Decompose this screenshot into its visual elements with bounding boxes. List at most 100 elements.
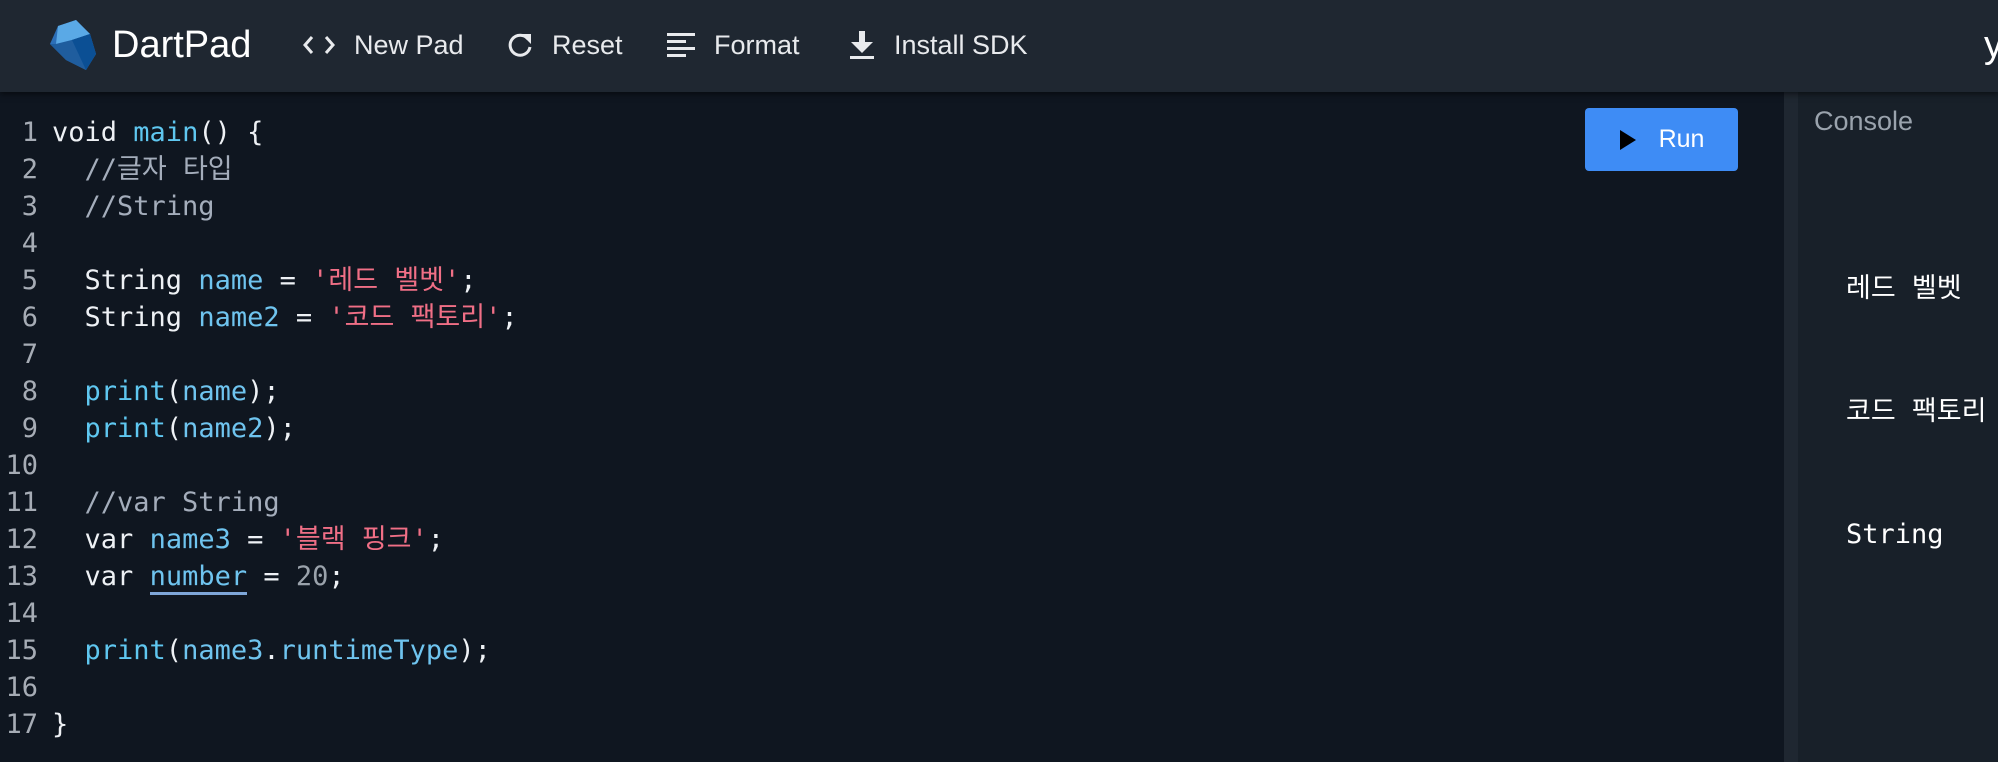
line-number: 14 — [5, 598, 38, 629]
token: String — [84, 265, 183, 296]
console-output: 레드 벨벳 코드 팩토리 String — [1846, 186, 1986, 637]
code-lines[interactable]: 1 void main() { 2 //글자 타입 3 //String 4 5 … — [0, 114, 518, 743]
comment: //String — [84, 191, 215, 222]
token: = — [247, 561, 296, 592]
token: name3 — [149, 524, 231, 555]
app-title: DartPad — [112, 24, 252, 66]
string-literal: '레드 벨벳' — [312, 265, 461, 296]
token: runtimeType — [279, 635, 459, 666]
reset-button[interactable]: Reset — [506, 20, 623, 70]
token: ( — [165, 376, 183, 407]
token: var — [84, 561, 134, 592]
token: main — [133, 117, 199, 148]
format-label: Format — [714, 29, 800, 60]
code-line[interactable]: 14 — [0, 595, 518, 632]
code-line[interactable]: 9 print(name2); — [0, 410, 518, 447]
code-line[interactable]: 12 var name3 = '블랙 핑크'; — [0, 521, 518, 558]
dart-logo-icon — [50, 20, 96, 70]
code-line[interactable]: 16 — [0, 669, 518, 706]
token: print — [84, 413, 166, 444]
string-literal: '블랙 핑크' — [279, 524, 428, 555]
code-line[interactable]: 15 print(name3.runtimeType); — [0, 632, 518, 669]
token: ( — [165, 635, 183, 666]
new-pad-label: New Pad — [354, 29, 464, 60]
token: ; — [427, 524, 445, 555]
token: name — [182, 376, 248, 407]
line-number: 6 — [21, 302, 38, 333]
number-literal: 20 — [295, 561, 329, 592]
console-panel: Console 레드 벨벳 코드 팩토리 String — [1798, 92, 1998, 762]
code-line[interactable]: 8 print(name); — [0, 373, 518, 410]
format-button[interactable]: Format — [666, 20, 800, 70]
line-number: 16 — [5, 672, 38, 703]
install-sdk-button[interactable]: Install SDK — [848, 20, 1028, 70]
token: = — [230, 524, 280, 555]
line-number: 2 — [21, 154, 38, 185]
refresh-icon — [508, 33, 532, 57]
run-label: Run — [1658, 125, 1705, 153]
line-number: 1 — [21, 117, 38, 148]
line-number: 5 — [21, 265, 38, 296]
code-line[interactable]: 6 String name2 = '코드 팩토리'; — [0, 299, 518, 336]
token: name2 — [182, 413, 264, 444]
code-line[interactable]: 13 var number = 20; — [0, 558, 518, 595]
code-line[interactable]: 10 — [0, 447, 518, 484]
token: () { — [198, 117, 264, 148]
token: print — [84, 635, 166, 666]
new-pad-button[interactable]: New Pad — [302, 20, 464, 70]
panel-splitter[interactable] — [1784, 92, 1798, 762]
token: ); — [458, 635, 491, 666]
line-number: 3 — [21, 191, 38, 222]
line-number: 11 — [5, 487, 38, 518]
code-editor[interactable]: 1 void main() { 2 //글자 타입 3 //String 4 5 … — [0, 92, 1784, 762]
play-icon — [1619, 129, 1636, 150]
line-number: 10 — [5, 450, 38, 481]
line-number: 12 — [5, 524, 38, 555]
token: = — [279, 302, 329, 333]
token: var — [84, 524, 134, 555]
token: = — [263, 265, 313, 296]
line-number: 8 — [21, 376, 38, 407]
run-button[interactable]: Run — [1585, 108, 1738, 171]
token: ); — [263, 413, 296, 444]
line-number: 17 — [5, 709, 38, 740]
line-number: 4 — [21, 228, 38, 259]
reset-label: Reset — [552, 29, 623, 60]
comment: //글자 타입 — [84, 154, 233, 185]
line-number: 7 — [21, 339, 38, 370]
console-line: 레드 벨벳 — [1846, 273, 1962, 304]
warning-underlined-token[interactable]: number — [149, 561, 248, 595]
token: String — [84, 302, 183, 333]
code-line[interactable]: 3 //String — [0, 188, 518, 225]
format-icon — [667, 33, 695, 57]
line-number: 9 — [21, 413, 38, 444]
app-header: DartPad New Pad Reset Format Install SDK — [0, 0, 1998, 92]
console-title: Console — [1814, 106, 1914, 136]
download-icon — [850, 31, 874, 59]
token: print — [84, 376, 166, 407]
token: void — [52, 117, 118, 148]
console-line: 코드 팩토리 — [1846, 396, 1987, 427]
token: ; — [328, 561, 345, 592]
code-line[interactable]: 2 //글자 타입 — [0, 151, 518, 188]
header-cut-off-text: y — [1984, 24, 1998, 66]
token: name3 — [182, 635, 264, 666]
token: name — [198, 265, 264, 296]
code-line[interactable]: 5 String name = '레드 벨벳'; — [0, 262, 518, 299]
token: ( — [165, 413, 183, 444]
line-number: 15 — [5, 635, 38, 666]
token: ; — [460, 265, 477, 296]
code-line[interactable]: 4 — [0, 225, 518, 262]
code-icon — [303, 36, 335, 54]
token: ); — [247, 376, 280, 407]
console-line: String — [1846, 519, 1944, 550]
code-line[interactable]: 11 //var String — [0, 484, 518, 521]
code-line[interactable]: 1 void main() { — [0, 114, 518, 151]
token: . — [263, 635, 280, 666]
token: } — [52, 709, 69, 740]
install-sdk-label: Install SDK — [894, 29, 1028, 60]
token: name2 — [198, 302, 280, 333]
code-line[interactable]: 17} — [0, 706, 518, 743]
code-line[interactable]: 7 — [0, 336, 518, 373]
line-number: 13 — [5, 561, 38, 592]
